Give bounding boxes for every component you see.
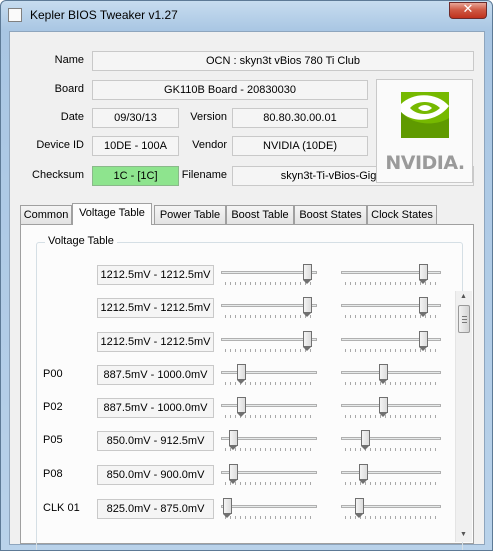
voltage-range-field[interactable]: 850.0mV - 900.0mV	[97, 465, 214, 485]
min-voltage-slider-thumb[interactable]	[303, 264, 312, 284]
min-voltage-slider-thumb[interactable]	[237, 397, 246, 417]
slider-track[interactable]	[341, 437, 441, 440]
tab-voltage-table[interactable]: Voltage Table	[72, 203, 152, 225]
device-id-label: Device ID	[36, 139, 84, 151]
max-voltage-slider-thumb[interactable]	[361, 430, 370, 450]
tab-boost-table[interactable]: Boost Table	[226, 205, 294, 224]
checksum-label: Checksum	[32, 169, 84, 181]
max-voltage-slider-thumb[interactable]	[359, 464, 368, 484]
app-icon	[8, 8, 22, 22]
main-window: Kepler BIOS Tweaker v1.27 ✕ Name OCN : s…	[0, 0, 493, 551]
scroll-down-icon[interactable]: ▼	[460, 531, 467, 538]
version-label: Version	[190, 111, 227, 123]
date-label: Date	[60, 111, 84, 123]
voltage-table-panel: Voltage Table 1212.5mV - 1212.5mV 1212.5m…	[20, 224, 474, 550]
tab-power-table[interactable]: Power Table	[154, 205, 226, 224]
voltage-row-label: P02	[43, 401, 63, 413]
title-bar[interactable]: Kepler BIOS Tweaker v1.27 ✕	[1, 1, 492, 29]
min-voltage-slider-thumb[interactable]	[223, 498, 232, 518]
board-label: Board	[54, 83, 84, 95]
voltage-range-field[interactable]: 850.0mV - 912.5mV	[97, 431, 214, 451]
vendor-label: Vendor	[192, 139, 227, 151]
slider-ticks	[225, 282, 315, 285]
voltage-table-group-title: Voltage Table	[45, 235, 117, 247]
client-area: Name OCN : skyn3t vBios 780 Ti Club Boar…	[9, 31, 485, 550]
min-voltage-slider-thumb[interactable]	[303, 331, 312, 351]
voltage-range-field[interactable]: 1212.5mV - 1212.5mV	[97, 332, 214, 352]
scroll-thumb[interactable]	[458, 305, 470, 333]
slider-ticks	[345, 448, 439, 451]
max-voltage-slider-thumb[interactable]	[379, 397, 388, 417]
voltage-row-label: P00	[43, 368, 63, 380]
slider-ticks	[225, 315, 315, 318]
tab-clock-states[interactable]: Clock States	[367, 205, 437, 224]
min-voltage-slider-thumb[interactable]	[229, 430, 238, 450]
voltage-row-label: P05	[43, 434, 63, 446]
voltage-range-field[interactable]: 825.0mV - 875.0mV	[97, 499, 214, 519]
max-voltage-slider-thumb[interactable]	[419, 297, 428, 317]
min-voltage-slider-thumb[interactable]	[303, 297, 312, 317]
voltage-range-field[interactable]: 1212.5mV - 1212.5mV	[97, 265, 214, 285]
voltage-row-label: P08	[43, 468, 63, 480]
min-voltage-slider-thumb[interactable]	[229, 464, 238, 484]
slider-track[interactable]	[221, 505, 317, 508]
name-field[interactable]: OCN : skyn3t vBios 780 Ti Club	[92, 51, 474, 71]
slider-track[interactable]	[341, 371, 441, 374]
min-voltage-slider-thumb[interactable]	[237, 364, 246, 384]
grip-line	[462, 316, 467, 317]
nvidia-eye-icon	[401, 92, 449, 138]
slider-ticks	[225, 482, 315, 485]
scroll-up-icon[interactable]: ▲	[460, 293, 467, 300]
slider-track[interactable]	[341, 404, 441, 407]
slider-ticks	[225, 516, 315, 519]
slider-ticks	[225, 448, 315, 451]
vertical-scrollbar[interactable]: ▲ ▼	[455, 291, 472, 542]
max-voltage-slider-thumb[interactable]	[379, 364, 388, 384]
checksum-field[interactable]: 1C - [1C]	[92, 166, 179, 186]
nvidia-wordmark: NVIDIA.	[385, 152, 465, 174]
voltage-row-label: CLK 01	[43, 502, 80, 514]
slider-ticks	[345, 415, 439, 418]
board-field[interactable]: GK110B Board - 20830030	[92, 80, 368, 100]
window-title: Kepler BIOS Tweaker v1.27	[30, 8, 178, 22]
slider-track[interactable]	[341, 471, 441, 474]
slider-track[interactable]	[221, 371, 317, 374]
max-voltage-slider-thumb[interactable]	[355, 498, 364, 518]
date-field[interactable]: 09/30/13	[92, 108, 179, 128]
close-icon: ✕	[462, 2, 474, 17]
vendor-field[interactable]: NVIDIA (10DE)	[232, 136, 368, 156]
grip-line	[462, 319, 467, 320]
tab-common[interactable]: Common	[20, 205, 72, 224]
voltage-range-field[interactable]: 887.5mV - 1000.0mV	[97, 365, 214, 385]
voltage-range-field[interactable]: 887.5mV - 1000.0mV	[97, 398, 214, 418]
name-label: Name	[54, 54, 84, 66]
version-field[interactable]: 80.80.30.00.01	[232, 108, 368, 128]
max-voltage-slider-thumb[interactable]	[419, 331, 428, 351]
filename-label: Filename	[181, 169, 227, 181]
slider-ticks	[345, 382, 439, 385]
grip-line	[462, 322, 467, 323]
voltage-range-field[interactable]: 1212.5mV - 1212.5mV	[97, 298, 214, 318]
max-voltage-slider-thumb[interactable]	[419, 264, 428, 284]
close-button[interactable]: ✕	[449, 2, 487, 19]
slider-ticks	[225, 349, 315, 352]
slider-track[interactable]	[221, 404, 317, 407]
tab-boost-states[interactable]: Boost States	[294, 205, 367, 224]
device-id-field[interactable]: 10DE - 100A	[92, 136, 179, 156]
nvidia-logo: NVIDIA.	[376, 79, 473, 183]
